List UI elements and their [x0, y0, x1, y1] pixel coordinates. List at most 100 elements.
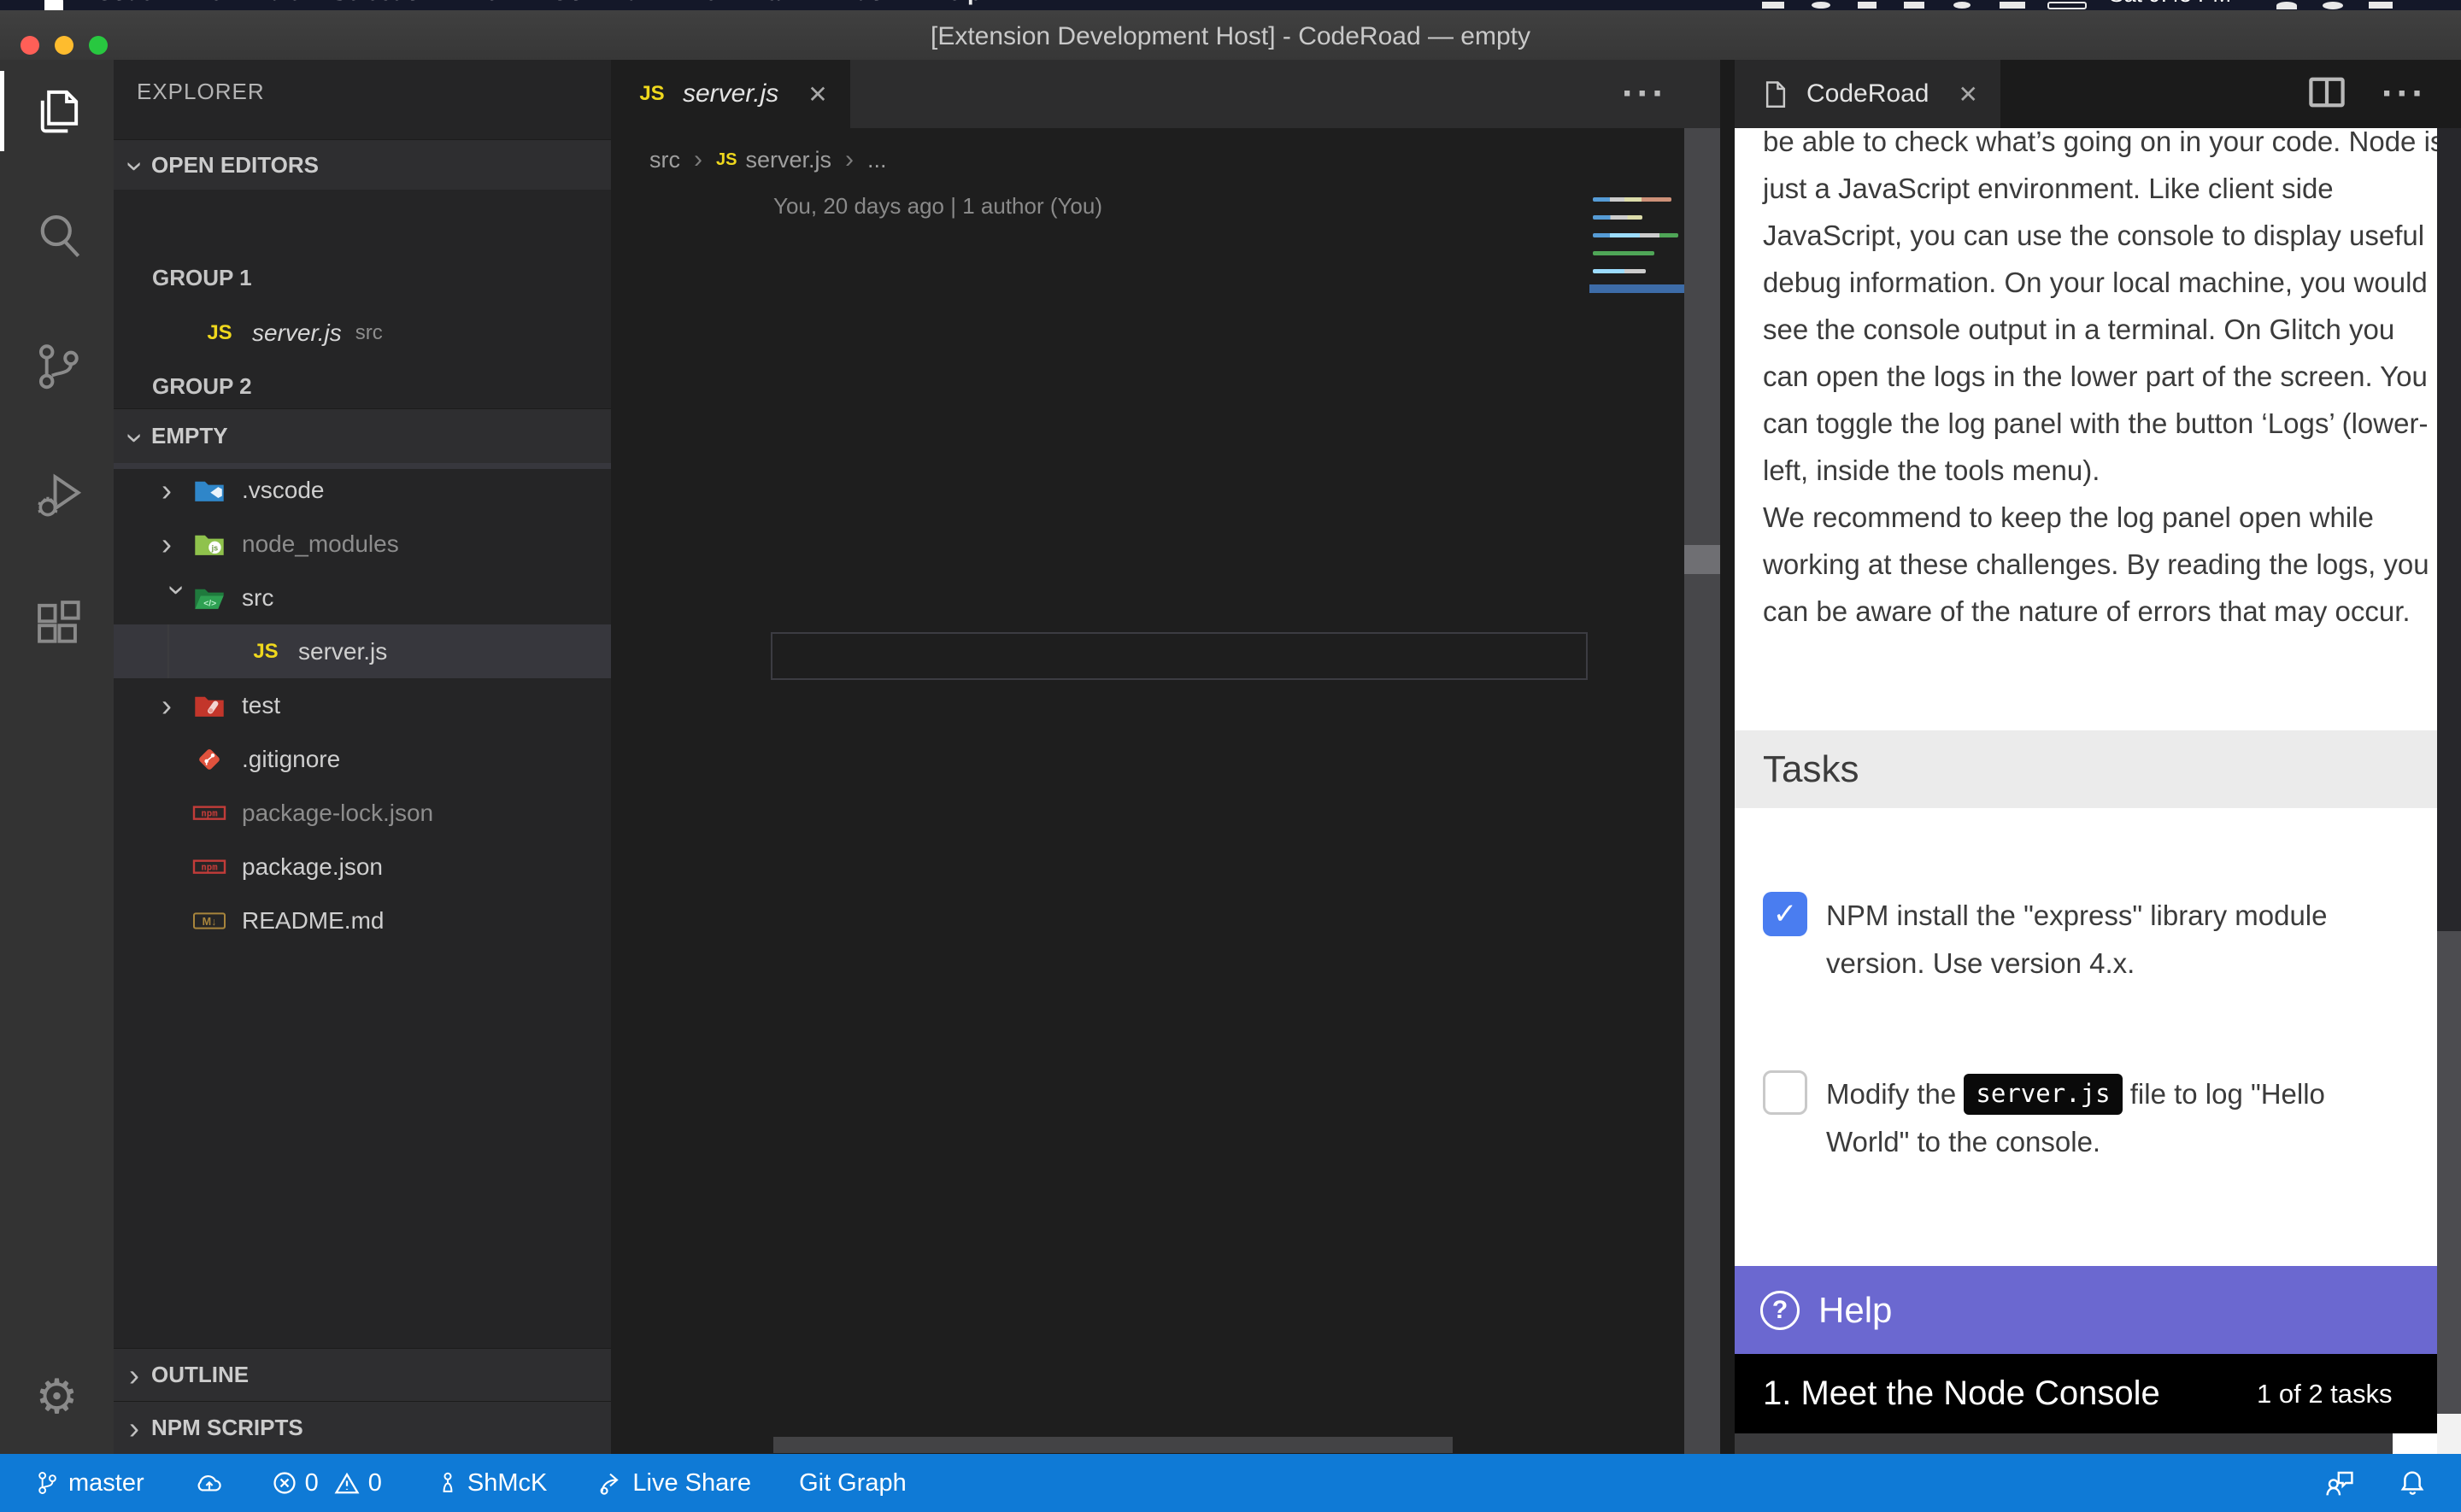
outline-section[interactable]: OUTLINE	[114, 1348, 611, 1401]
chevron-right-icon	[162, 529, 191, 560]
menu-view[interactable]: View	[464, 0, 516, 6]
apple-logo-icon[interactable]	[44, 0, 63, 10]
gitlens-blame-annotation[interactable]: You, 20 days ago | 1 author (You)	[773, 193, 1102, 220]
editor-group-1-label: GROUP 1	[152, 265, 252, 291]
checkbox-checked[interactable]	[1763, 892, 1807, 936]
menubar-status-icon[interactable]	[2323, 2, 2343, 9]
menu-window[interactable]: Window	[813, 0, 902, 6]
menu-terminal[interactable]: Terminal	[692, 0, 787, 6]
feedback-icon[interactable]	[2324, 1469, 2355, 1497]
chevron-right-icon	[129, 1413, 139, 1444]
window-title: [Extension Development Host] - CodeRoad …	[0, 22, 2461, 51]
minimap[interactable]	[1589, 192, 1684, 363]
menu-edit[interactable]: Edit	[254, 0, 297, 6]
settings-gear-icon[interactable]: ⚙	[0, 1350, 114, 1444]
source-control-icon[interactable]	[0, 319, 114, 413]
bell-icon[interactable]	[2399, 1469, 2425, 1497]
editor-group-2-label: GROUP 2	[152, 373, 252, 400]
tree-item-node_modules[interactable]: jsnode_modules	[114, 517, 611, 571]
close-icon[interactable]	[808, 80, 827, 108]
menu-file[interactable]: File	[183, 0, 223, 6]
close-icon[interactable]	[1958, 80, 1977, 108]
webview-file-icon	[1757, 80, 1794, 108]
scrollbar-handle[interactable]	[2437, 128, 2461, 931]
chevron-right-icon	[162, 475, 191, 506]
question-mark-icon	[1760, 1291, 1800, 1330]
svg-text:M↓: M↓	[203, 916, 217, 928]
git-branch-status[interactable]: master	[36, 1469, 144, 1497]
person-icon	[438, 1470, 457, 1496]
cloud-upload-icon	[194, 1471, 225, 1495]
src-icon: </>	[191, 584, 228, 612]
folder-section-header[interactable]: EMPTY	[114, 408, 611, 463]
menubar-status-icon[interactable]	[1858, 2, 1877, 9]
menubar-status-icon[interactable]	[1904, 2, 1924, 9]
menu-run[interactable]: Run	[609, 0, 654, 6]
help-button[interactable]: Help	[1735, 1266, 2437, 1354]
menubar-status-icon[interactable]	[1762, 2, 1784, 9]
menubar-status-icon[interactable]	[2369, 2, 2393, 9]
open-editors-header[interactable]: OPEN EDITORS	[114, 139, 611, 190]
editor-scrollbar-track[interactable]	[1684, 128, 1720, 1454]
live-share-user[interactable]: ShMcK	[438, 1469, 547, 1497]
code-chip: server.js	[1964, 1074, 2122, 1115]
menubar-status-icon[interactable]	[1812, 2, 1830, 9]
title-bar: [Extension Development Host] - CodeRoad …	[0, 10, 2461, 60]
breadcrumb-folder[interactable]: src	[649, 147, 680, 173]
npm-scripts-section[interactable]: NPM SCRIPTS	[114, 1401, 611, 1454]
live-share-button[interactable]: Live Share	[598, 1469, 751, 1497]
tree-item-src[interactable]: </>src	[114, 571, 611, 624]
explorer-sidebar: EXPLORER OPEN EDITORS GROUP 1 server.js …	[114, 60, 611, 1454]
tree-item-README.md[interactable]: M↓ README.md	[114, 894, 611, 947]
menu-help[interactable]: Help	[931, 0, 982, 6]
branch-icon	[36, 1470, 58, 1496]
svg-text:js: js	[211, 543, 219, 552]
md-icon: M↓	[191, 908, 228, 934]
explorer-icon[interactable]	[0, 64, 114, 158]
tree-item-.gitignore[interactable]: .gitignore	[114, 732, 611, 786]
webview-scrollbar[interactable]	[2437, 128, 2461, 1454]
editor-group-coderoad: CodeRoad be able to check what’s going o…	[1720, 60, 2461, 1454]
tree-item-package-lock.json[interactable]: npmpackage-lock.json	[114, 786, 611, 840]
tree-item-test[interactable]: test	[114, 678, 611, 732]
menu-go[interactable]: Go	[551, 0, 584, 6]
js-file-icon	[201, 321, 238, 345]
task-item: NPM install the "express" library module…	[1763, 892, 2416, 987]
checkbox-unchecked[interactable]	[1763, 1070, 1807, 1115]
more-actions-icon[interactable]	[1622, 73, 1667, 115]
publish-changes-button[interactable]	[194, 1471, 225, 1495]
menubar-status-icon[interactable]	[1953, 2, 1971, 9]
menu-selection[interactable]: Selection	[332, 0, 434, 6]
tab-coderoad[interactable]: CodeRoad	[1735, 60, 2000, 128]
chevron-down-icon	[120, 432, 151, 442]
more-actions-icon[interactable]	[2382, 73, 2427, 115]
breadcrumb-symbol[interactable]: ...	[867, 147, 887, 173]
tree-item-label: README.md	[242, 907, 384, 935]
menu-code[interactable]: Code	[96, 0, 154, 6]
search-icon[interactable]	[0, 188, 114, 282]
menubar-status-icon[interactable]	[2276, 2, 2297, 9]
tree-item-.vscode[interactable]: .vscode	[114, 463, 611, 517]
chevron-right-icon	[694, 145, 702, 174]
npm-icon: npm	[191, 800, 228, 826]
scrollbar-handle[interactable]	[1684, 545, 1720, 574]
menubar-status-icon[interactable]	[2000, 2, 2025, 9]
split-editor-icon[interactable]	[2308, 76, 2346, 113]
run-debug-icon[interactable]	[0, 447, 114, 541]
vscode-icon	[191, 477, 228, 504]
tab-serverjs[interactable]: server.js	[611, 60, 850, 128]
extensions-icon[interactable]	[0, 577, 114, 671]
horizontal-scrollbar[interactable]	[773, 1437, 1453, 1453]
breadcrumb-file[interactable]: server.js	[745, 147, 831, 173]
chevron-right-icon	[845, 145, 854, 174]
problems-status[interactable]: 0 0	[273, 1469, 382, 1497]
js-icon	[247, 640, 285, 664]
open-editor-serverjs[interactable]: server.js src	[114, 306, 611, 360]
tree-item-server.js[interactable]: server.js	[114, 624, 611, 678]
current-line-highlight	[771, 632, 1588, 680]
warnings-icon	[334, 1471, 360, 1495]
git-graph-button[interactable]: Git Graph	[799, 1469, 907, 1497]
tree-item-package.json[interactable]: npmpackage.json	[114, 840, 611, 894]
breadcrumb: src server.js ...	[649, 138, 887, 181]
tasks-section-header: Tasks	[1735, 730, 2437, 808]
